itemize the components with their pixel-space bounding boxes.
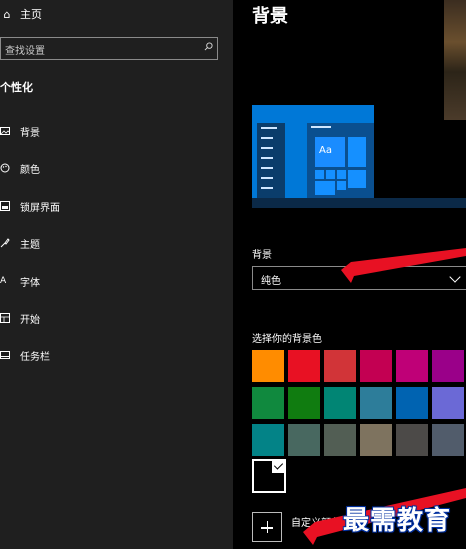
color-swatch[interactable] <box>396 350 428 382</box>
search-box[interactable]: 查找设置 <box>0 37 218 60</box>
color-swatch[interactable] <box>252 350 284 382</box>
custom-color-button[interactable] <box>252 512 282 542</box>
sidebar-item-label: 颜色 <box>20 164 40 176</box>
home-nav-item[interactable]: ⌂ 主页 <box>0 4 43 24</box>
search-input[interactable]: 查找设置 <box>5 42 45 57</box>
sidebar-item-start[interactable]: 开始 <box>0 309 40 327</box>
color-swatch[interactable] <box>252 424 284 456</box>
preview-window <box>257 123 285 198</box>
chevron-down-icon <box>449 271 461 283</box>
watermark-text: 最需教育 <box>343 506 452 536</box>
sidebar-item-background[interactable]: 背景 <box>0 122 40 140</box>
color-swatch[interactable] <box>360 424 392 456</box>
color-swatch[interactable] <box>396 424 428 456</box>
background-photo-thumbnail <box>444 0 466 120</box>
preview-start-menu: Aa <box>307 123 374 198</box>
start-icon <box>0 313 14 323</box>
sidebar-item-label: 开始 <box>20 314 40 326</box>
image-icon <box>0 126 14 136</box>
home-label: 主页 <box>20 8 42 21</box>
color-swatch[interactable] <box>324 387 356 419</box>
lock-screen-icon <box>0 201 14 211</box>
custom-color-label: 自定义颜色 <box>291 518 341 529</box>
search-icon[interactable] <box>204 42 213 51</box>
home-icon: ⌂ <box>3 7 11 21</box>
main-content: 背景 Aa 背景 纯色 选择你的背景色 自定义颜色 最需教育 <box>233 0 466 549</box>
sidebar-item-fonts[interactable]: A 字体 <box>0 272 40 290</box>
color-swatch[interactable] <box>288 387 320 419</box>
color-swatch[interactable] <box>288 424 320 456</box>
checkmark-icon <box>272 459 286 473</box>
background-field-label: 背景 <box>252 250 272 261</box>
color-swatch[interactable] <box>432 387 464 419</box>
color-swatch[interactable] <box>432 424 464 456</box>
color-swatch[interactable] <box>396 387 428 419</box>
desktop-preview: Aa <box>252 105 374 198</box>
color-swatch[interactable] <box>324 350 356 382</box>
sidebar-item-label: 任务栏 <box>20 351 50 363</box>
sidebar-item-lock-screen[interactable]: 锁屏界面 <box>0 197 60 215</box>
section-title: 个性化 <box>0 81 33 94</box>
color-swatch[interactable] <box>432 350 464 382</box>
sidebar: ⌂ 主页 查找设置 个性化 背景 颜色 锁屏界面 主题 A 字体 开始 任务栏 <box>0 0 233 549</box>
color-swatch[interactable] <box>360 387 392 419</box>
sidebar-item-taskbar[interactable]: 任务栏 <box>0 346 50 364</box>
page-title: 背景 <box>252 6 288 27</box>
sidebar-item-themes[interactable]: 主题 <box>0 234 40 252</box>
background-type-select[interactable]: 纯色 <box>252 266 466 290</box>
color-swatch[interactable] <box>360 350 392 382</box>
palette-icon <box>0 163 14 173</box>
color-swatch[interactable] <box>252 387 284 419</box>
preview-taskbar <box>252 198 466 208</box>
font-icon: A <box>0 276 7 286</box>
color-picker-label: 选择你的背景色 <box>252 334 322 345</box>
theme-icon <box>0 238 14 248</box>
selected-color-swatch[interactable] <box>252 459 286 493</box>
background-type-value: 纯色 <box>261 276 281 287</box>
sidebar-item-label: 字体 <box>20 277 40 289</box>
sidebar-item-label: 主题 <box>20 239 40 251</box>
color-swatch[interactable] <box>324 424 356 456</box>
sidebar-item-colors[interactable]: 颜色 <box>0 159 40 177</box>
sidebar-item-label: 锁屏界面 <box>20 202 60 214</box>
preview-tile-text: Aa <box>319 145 332 156</box>
color-swatch[interactable] <box>288 350 320 382</box>
sidebar-item-label: 背景 <box>20 127 40 139</box>
taskbar-icon <box>0 350 14 360</box>
